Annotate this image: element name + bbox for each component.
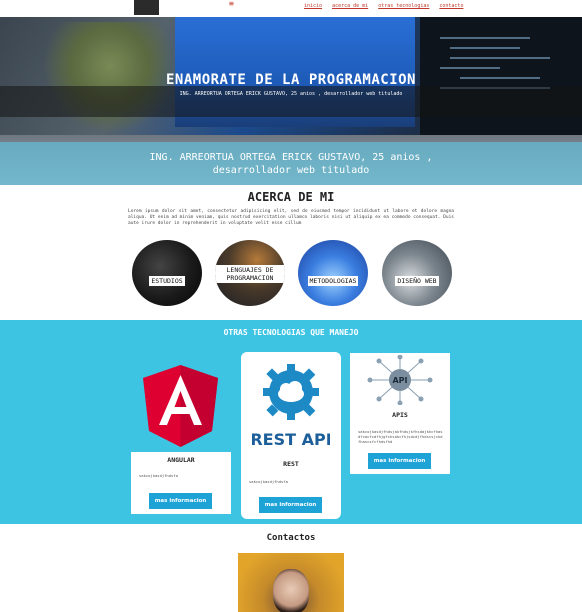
circle-metodologias[interactable]: METODOLOGIAS [298,240,368,306]
card-description: sakcojkasdjfhdsfa [139,473,178,478]
mas-informacion-button[interactable]: mas informacion [149,493,212,509]
card-description: sakcojkasdjfhdsfa [249,479,288,484]
circle-lenguajes[interactable]: LENGUAJES DE PROGRAMACION [215,240,285,306]
site-logo[interactable] [134,0,159,15]
circle-label: ESTUDIOS [149,276,185,286]
hero-banner: ENAMORATE DE LA PROGRAMACION ING. ARREOR… [0,17,582,185]
card-title: REST [283,460,299,468]
card-apis: API APIS sakcojkasdjfhdsjakfhdsjkfhsdajk… [350,353,450,474]
circle-estudios[interactable]: ESTUDIOS [132,240,202,306]
card-angular: ANGULAR sakcojkasdjfhdsfa mas informacio… [131,452,231,514]
circle-label: DISEÑO WEB [395,276,439,286]
nav-link-contacto[interactable]: contacto [439,3,463,9]
nav-links: inicio acerca de mi otras tecnologias co… [304,3,463,9]
nav-link-tecnologias[interactable]: otras tecnologias [378,3,429,9]
api-network-icon: API [367,355,433,405]
circle-diseno-web[interactable]: DISEÑO WEB [382,240,452,306]
nav-link-acerca[interactable]: acerca de mi [332,3,368,9]
angular-logo-icon [143,365,218,447]
card-title: ANGULAR [167,456,195,464]
circle-label: METODOLOGIAS [307,276,359,286]
about-title: ACERCA DE MI [247,190,335,204]
top-navbar: ≡ inicio acerca de mi otras tecnologias … [0,0,582,17]
about-paragraph: Lorem ipsum dolor sit amet, consectetur … [128,209,454,226]
card-description: sakcojkasdjfhdsjakfhdsjkfhsdajkhcfhasdfc… [358,429,443,444]
contact-photo [238,553,344,612]
contact-title: Contactos [266,533,316,543]
hero-title: ENAMORATE DE LA PROGRAMACION [165,72,416,88]
card-title: APIS [392,411,408,419]
card-rest: REST API REST sakcojkasdjfhdsfa mas info… [241,352,341,519]
api-logo-text: API [392,376,407,385]
circle-label: LENGUAJES DE PROGRAMACION [215,265,285,283]
hero-subtitle: ING. ARREORTUA ORTEGA ERICK GUSTAVO, 25 … [179,91,403,97]
rest-logo-text: REST API [252,430,330,449]
mas-informacion-button[interactable]: mas informacion [368,453,431,469]
mas-informacion-button[interactable]: mas informacion [259,497,322,513]
techs-title: OTRAS TECNOLOGIAS QUE MANEJO [223,328,359,337]
hamburger-menu-icon[interactable]: ≡ [229,0,234,8]
nav-link-inicio[interactable]: inicio [304,3,322,9]
rest-api-logo-icon: REST API [252,364,330,449]
hero-band-text: ING. ARREORTUA ORTEGA ERICK GUSTAVO, 25 … [149,152,433,176]
